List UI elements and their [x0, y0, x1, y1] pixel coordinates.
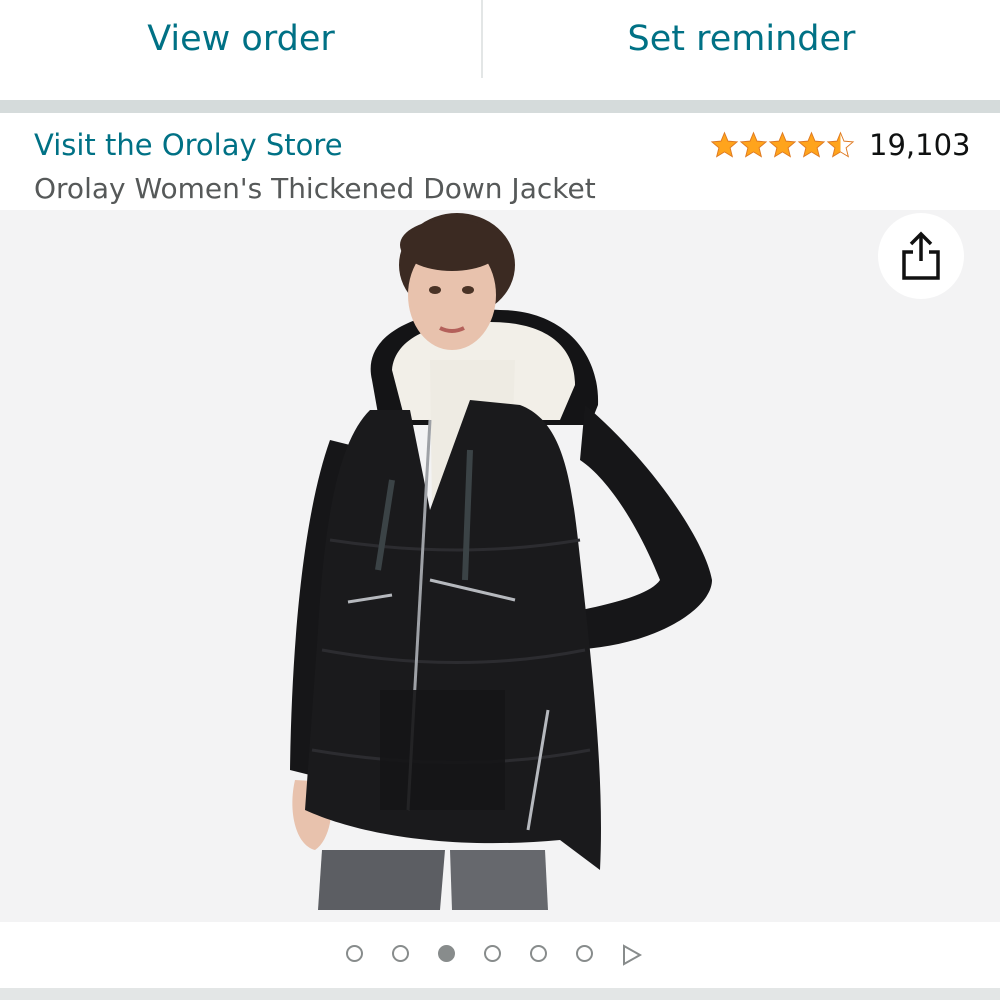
play-icon[interactable] — [620, 944, 642, 966]
section-separator — [0, 988, 1000, 1000]
rating-count: 19,103 — [869, 128, 971, 162]
carousel-dot[interactable] — [530, 945, 547, 962]
carousel-dot[interactable] — [484, 945, 501, 962]
product-title: Orolay Women's Thickened Down Jacket — [34, 172, 596, 205]
section-separator — [0, 100, 1000, 113]
rating-summary[interactable]: 19,103 — [710, 128, 970, 162]
carousel-dot-active[interactable] — [438, 945, 455, 962]
share-button[interactable] — [878, 213, 964, 299]
view-order-button[interactable]: View order — [0, 0, 482, 78]
share-icon — [902, 231, 940, 280]
star-icon — [739, 131, 768, 158]
product-image-carousel[interactable] — [0, 210, 1000, 922]
store-link[interactable]: Visit the Orolay Store — [34, 128, 343, 162]
carousel-dot[interactable] — [392, 945, 409, 962]
half-star-icon — [826, 131, 855, 158]
star-rating — [710, 131, 855, 159]
star-icon — [797, 131, 826, 158]
carousel-dot[interactable] — [346, 945, 363, 962]
set-reminder-button[interactable]: Set reminder — [483, 0, 1000, 78]
star-icon — [768, 131, 797, 158]
star-icon — [710, 131, 739, 158]
carousel-dot[interactable] — [576, 945, 593, 962]
product-image — [290, 213, 712, 910]
order-actions-bar: View order Set reminder — [0, 0, 1000, 100]
